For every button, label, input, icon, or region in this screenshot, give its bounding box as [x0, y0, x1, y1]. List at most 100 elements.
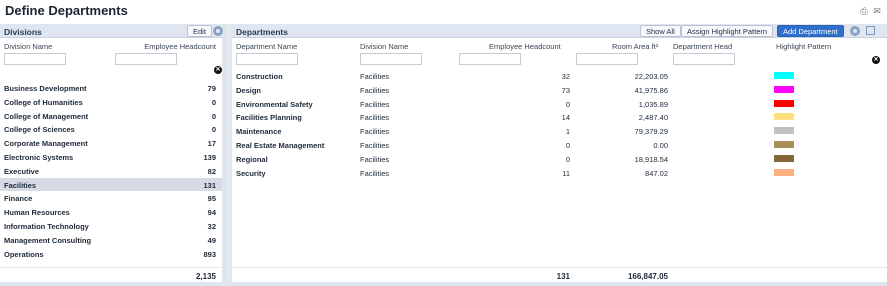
page-title: Define Departments [5, 3, 128, 18]
highlight-pattern-swatch[interactable] [774, 168, 794, 176]
division-headcount: 49 [207, 235, 216, 245]
division-headcount: 82 [207, 166, 216, 176]
show-all-button[interactable]: Show All [640, 25, 681, 37]
division-headcount: 94 [207, 208, 216, 218]
division-name: Facilities [4, 180, 37, 190]
division-headcount: 0 [211, 97, 216, 107]
department-row[interactable]: Regional Facilities 0 18,918.54 [232, 152, 887, 166]
division-name: Finance [4, 194, 33, 204]
departments-total-area: 166,847.05 [627, 272, 668, 281]
divisions-settings-gear-icon[interactable] [213, 26, 223, 36]
divisions-header: Divisions Edit [0, 24, 223, 38]
highlight-pattern-swatch[interactable] [774, 140, 794, 148]
clear-filter-icon[interactable]: ✕ [214, 66, 222, 74]
division-row[interactable]: Human Resources 94 [0, 205, 222, 219]
division-name: Human Resources [4, 208, 70, 218]
department-row[interactable]: Facilities Planning Facilities 14 2,487.40 [232, 110, 887, 124]
col-department-head[interactable]: Department Head [673, 42, 732, 51]
division-headcount: 0 [211, 111, 216, 121]
division-row[interactable]: College of Management 0 [0, 109, 222, 123]
department-head-filter[interactable] [673, 53, 735, 65]
highlight-pattern-swatch[interactable] [774, 99, 794, 107]
departments-footer: 131 166,847.05 [232, 267, 887, 282]
department-row[interactable]: Design Facilities 73 41,975.86 [232, 83, 887, 97]
department-row[interactable]: Environmental Safety Facilities 0 1,035.89 [232, 97, 887, 111]
divisions-title: Divisions [4, 27, 42, 37]
division-headcount: 131 [203, 180, 216, 190]
division-name: Executive [4, 166, 40, 176]
division-name: Information Technology [4, 221, 89, 231]
highlight-pattern-swatch[interactable] [774, 72, 794, 79]
department-row[interactable]: Real Estate Management Facilities 0 0.00 [232, 138, 887, 152]
room-area-filter[interactable] [576, 53, 638, 65]
dept-headcount-filter[interactable] [459, 53, 521, 65]
division-name: Corporate Management [4, 139, 88, 149]
highlight-pattern-swatch[interactable] [774, 113, 794, 121]
col-division-name[interactable]: Division Name [4, 42, 52, 51]
division-name: College of Management [4, 111, 89, 121]
departments-settings-gear-icon[interactable] [850, 26, 860, 36]
departments-panel: Departments Show All Assign Highlight Pa… [232, 24, 887, 282]
division-row[interactable]: College of Sciences 0 [0, 122, 222, 136]
divisions-footer: 2,135 [0, 267, 222, 282]
division-row[interactable]: Information Technology 32 [0, 219, 222, 233]
headcount-filter[interactable] [115, 53, 177, 65]
division-name: Management Consulting [4, 235, 92, 245]
division-name: Business Development [4, 84, 87, 93]
email-icon[interactable]: ✉ [872, 7, 882, 16]
division-row[interactable]: Corporate Management 17 [0, 136, 222, 150]
division-headcount: 79 [207, 84, 216, 93]
division-row[interactable]: Management Consulting 49 [0, 233, 222, 247]
division-headcount: 95 [207, 194, 216, 204]
department-room-area: 79,379.29 [634, 127, 668, 137]
department-room-area: 41,975.86 [634, 85, 668, 95]
division-headcount: 17 [207, 139, 216, 149]
department-room-area: 1,035.89 [638, 99, 668, 109]
clear-filter-icon[interactable]: ✕ [872, 56, 880, 64]
division-row[interactable]: Business Development 79 [0, 81, 222, 95]
highlight-pattern-swatch[interactable] [774, 154, 794, 162]
bottom-border [0, 282, 887, 286]
col-highlight-pattern[interactable]: Highlight Pattern [776, 42, 831, 51]
col-dept-employee-headcount[interactable]: Employee Headcount [489, 42, 561, 51]
division-row[interactable]: Electronic Systems 139 [0, 150, 222, 164]
departments-list: Construction Facilities 32 22,203.05 Design F… [232, 69, 887, 179]
department-room-area: 18,918.54 [634, 154, 668, 164]
divisions-list: Business Development 79 College of Humanit… [0, 81, 222, 260]
division-row[interactable]: Finance 95 [0, 191, 222, 205]
department-row[interactable]: Security Facilities 11 847.02 [232, 166, 887, 180]
highlight-pattern-swatch[interactable] [774, 127, 794, 135]
division-name-filter[interactable] [4, 53, 66, 65]
division-name: College of Sciences [4, 125, 75, 135]
division-row[interactable]: Executive 82 [0, 164, 222, 178]
department-row[interactable]: Maintenance Facilities 1 79,379.29 [232, 124, 887, 138]
col-dept-division-name[interactable]: Division Name [360, 42, 408, 51]
departments-header: Departments Show All Assign Highlight Pa… [232, 24, 887, 38]
department-room-area: 847.02 [645, 168, 668, 178]
edit-button[interactable]: Edit [187, 25, 212, 37]
col-department-name[interactable]: Department Name [236, 42, 297, 51]
department-row[interactable]: Construction Facilities 32 22,203.05 [232, 69, 887, 83]
highlight-pattern-swatch[interactable] [774, 85, 794, 93]
col-room-area[interactable]: Room Area ft² [612, 42, 658, 51]
division-name: Operations [4, 249, 44, 259]
departments-title: Departments [236, 27, 288, 37]
divisions-total-headcount: 2,135 [195, 272, 216, 281]
division-row[interactable]: Operations 893 [0, 247, 222, 261]
assign-highlight-pattern-button[interactable]: Assign Highlight Pattern [681, 25, 774, 37]
print-icon[interactable]: ⎙ [859, 7, 869, 16]
department-room-area: 0.00 [653, 140, 668, 150]
department-room-area: 2,487.40 [638, 113, 668, 123]
department-name-filter[interactable] [236, 53, 298, 65]
dept-division-filter[interactable] [360, 53, 422, 65]
division-headcount: 893 [203, 249, 216, 259]
add-department-button[interactable]: Add Department [777, 25, 844, 37]
division-headcount: 32 [207, 221, 216, 231]
export-icon[interactable] [866, 26, 875, 35]
division-row[interactable]: College of Humanities 0 [0, 95, 222, 109]
divisions-panel: Divisions Edit Division Name Employee He… [0, 24, 226, 282]
col-employee-headcount[interactable]: Employee Headcount [144, 42, 216, 51]
division-row[interactable]: Facilities 131 [0, 177, 222, 192]
division-headcount: 139 [203, 152, 216, 162]
division-name: College of Humanities [4, 97, 83, 107]
